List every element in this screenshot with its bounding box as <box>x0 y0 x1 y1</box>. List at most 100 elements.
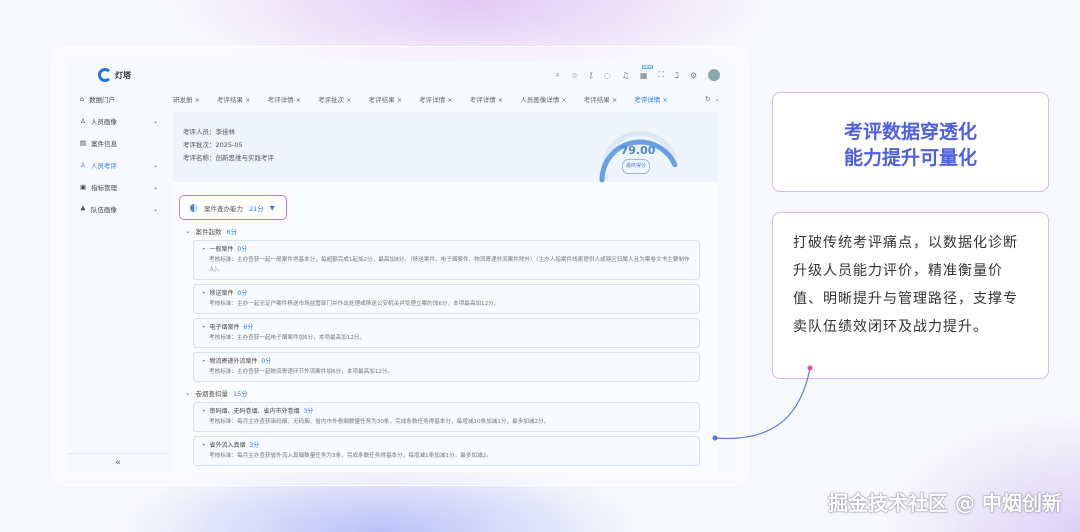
item-title: 省外流入真烟 <box>209 442 246 449</box>
tab-label: 考评结果 <box>217 96 244 104</box>
refresh-icon[interactable]: ↻ <box>705 95 710 103</box>
criteria-list: ⌄案件起数6分一般案件 0分考核标准：主办查获一起一般案件得基本分，每超额完成1… <box>185 224 700 470</box>
capability-dropdown[interactable]: 案件查办能力 21分 ▼ <box>179 195 287 220</box>
user-icon: ♙ <box>80 161 86 169</box>
logo[interactable]: 灯塔 <box>98 68 131 82</box>
item-score: 0分 <box>237 246 248 253</box>
tab-label: 考评结果 <box>368 96 395 104</box>
chevron-down-icon: ⌄ <box>152 183 158 191</box>
sidebar-item-person-profile[interactable]: ♙ 人员画像 ⌄ <box>68 110 168 132</box>
tab[interactable]: 考评详情 × <box>634 94 668 104</box>
tab[interactable]: 考评批次 × <box>318 94 352 104</box>
top-bar: 灯塔 ⌕ ☆ ⁒ ◌ ♫ ▦ NEW ⛶ ℷ ⚙ <box>68 62 730 88</box>
translate-icon[interactable]: ⁒ <box>589 71 593 80</box>
sidebar-label: 指标管理 <box>91 184 118 192</box>
home-icon: ⌂ <box>80 95 85 103</box>
headline-line-1: 考评数据穿透化 <box>843 121 977 143</box>
headline-card: 考评数据穿透化 能力提升可量化 <box>772 92 1049 192</box>
language-icon[interactable]: ℷ <box>675 71 679 80</box>
description-text: 打破传统考评痛点，以数据化诊断升级人员能力评价，精准衡量价值、明晰提升与管理路径… <box>793 235 1018 335</box>
section-label: 卷烟查扣量 <box>195 389 228 398</box>
tab-label: 考评批次 <box>318 96 345 104</box>
tab-label: 考评详情 <box>419 96 446 104</box>
item-desc: 考核标准：主办查获一起一般案件得基本分，每超额完成1起加2分，最高加8分。（移送… <box>209 257 690 273</box>
sidebar-item-evaluation[interactable]: ♙ 人员考评 ⌄ <box>68 154 168 176</box>
criteria-item: 电子烟案件 6分考核标准：主办查获一起电子烟案件加6分，本项最高加12分。 <box>193 318 700 348</box>
item-desc: 考核标准：每月主办查获省外流入真烟数量任务为3条，完成条数任务得基本分，每增减1… <box>209 453 492 459</box>
tab[interactable]: 考评详情 × <box>470 94 504 104</box>
user-icon: ♙ <box>80 117 86 125</box>
tab[interactable]: 研发册 × <box>173 94 200 104</box>
close-icon[interactable]: × <box>612 96 617 104</box>
close-icon[interactable]: × <box>296 96 301 104</box>
tab[interactable]: 考评结果 × <box>584 94 618 104</box>
sidebar-item-cases[interactable]: ▤ 案件信息 <box>68 132 168 154</box>
message-icon[interactable]: ◌ <box>604 71 611 80</box>
section-label: 案件起数 <box>195 227 222 236</box>
sidebar: ⌂ 数据门户 ♙ 人员画像 ⌄ ▤ 案件信息 ♙ 人员考评 ⌄ ▣ 指标管理 ⌄ ♣ 队伍画像 ⌄ … <box>68 88 168 472</box>
item-title: 移送案件 <box>209 290 234 297</box>
gauge-label: 最终得分 <box>622 159 651 174</box>
sidebar-label: 数据门户 <box>89 96 116 104</box>
avatar[interactable] <box>708 69 720 81</box>
close-icon[interactable]: × <box>245 96 250 104</box>
tab-label: 考评结果 <box>583 96 610 104</box>
sidebar-label: 人员画像 <box>90 118 117 126</box>
search-icon[interactable]: ⌕ <box>556 70 560 80</box>
chevron-down-icon: ⌄ <box>152 117 158 125</box>
tab-label: 研发册 <box>173 96 193 104</box>
evaluation-info: 考评人员：李佳林 考评批次：2025-05 考评名称：创新思维与实践考评 79.… <box>173 112 718 183</box>
star-icon[interactable]: ☆ <box>571 71 578 80</box>
apps-icon[interactable]: ▦ NEW <box>640 64 654 80</box>
sidebar-item-metrics[interactable]: ▣ 指标管理 ⌄ <box>68 176 168 198</box>
section-score: 15分 <box>232 389 248 398</box>
item-score: 6分 <box>243 324 254 331</box>
tab[interactable]: 考评结果 × <box>217 94 251 104</box>
close-icon[interactable]: × <box>346 96 351 104</box>
sidebar-item-portal[interactable]: ⌂ 数据门户 <box>68 88 168 110</box>
criteria-item: 省外流入真烟 3分考核标准：每月主办查获省外流入真烟数量任务为3条，完成条数任务… <box>193 436 700 466</box>
caret-down-icon: ▼ <box>269 203 275 212</box>
item-score: 3分 <box>303 408 314 415</box>
file-icon: ▤ <box>80 139 87 147</box>
close-icon[interactable]: × <box>561 96 566 104</box>
criteria-item: 一般案件 0分考核标准：主办查获一起一般案件得基本分，每超额完成1起加2分，最高… <box>193 240 700 280</box>
app-name: 灯塔 <box>115 70 131 80</box>
team-icon: ♣ <box>80 205 86 213</box>
tab[interactable]: 考评详情 × <box>268 94 302 104</box>
logo-icon <box>98 68 112 82</box>
capability-icon <box>190 203 198 212</box>
close-icon[interactable]: × <box>447 96 452 104</box>
bell-icon[interactable]: ♫ <box>622 71 629 80</box>
item-title: 物流寄递外流案件 <box>209 358 258 365</box>
close-icon[interactable]: × <box>498 96 503 104</box>
capability-label: 案件查办能力 <box>204 204 243 213</box>
headline-line-2: 能力提升可量化 <box>843 147 977 169</box>
item-score: 0分 <box>261 358 272 365</box>
main-content: 考评人员：李佳林 考评批次：2025-05 考评名称：创新思维与实践考评 79.… <box>173 112 718 472</box>
close-icon[interactable]: × <box>397 96 402 104</box>
criteria-item: 串码烟、无码卷烟、省内市外卷烟 3分考核标准：每月主办查获串码烟、无码烟、省内市… <box>193 402 700 432</box>
tab-label: 考评详情 <box>267 96 294 104</box>
score-gauge: 79.00 最终得分 <box>588 118 688 188</box>
section-header[interactable]: ⌄ 案件起数 6分 <box>185 224 700 237</box>
gauge-value: 79.00 <box>620 144 656 157</box>
fullscreen-icon[interactable]: ⛶ <box>658 70 664 80</box>
close-icon[interactable]: × <box>662 96 667 104</box>
tab[interactable]: 人员画像详情 × <box>520 94 567 104</box>
chevron-down-icon: ⌄ <box>152 161 158 169</box>
capability-score: 21分 <box>249 204 264 213</box>
tab[interactable]: 考评结果 × <box>369 94 403 104</box>
close-icon[interactable]: × <box>195 96 200 104</box>
settings-icon[interactable]: ⚙ <box>690 71 697 80</box>
item-desc: 考核标准：每月主办查获串码烟、无码烟、省内市外卷烟数量任务为30条，完成条数任务… <box>209 419 550 425</box>
tab[interactable]: 考评详情 × <box>419 94 453 104</box>
criteria-item: 物流寄递外流案件 0分考核标准：主办查获一起物流寄递环节外流案件加6分，本项最高… <box>193 352 700 382</box>
item-desc: 考核标准：主办查获一起物流寄递环节外流案件加6分，本项最高加12分。 <box>209 369 394 375</box>
section-header[interactable]: ⌄ 卷烟查扣量 15分 <box>185 386 700 399</box>
collapse-sidebar-button[interactable]: « <box>68 453 168 468</box>
section-score: 6分 <box>226 227 238 236</box>
sidebar-item-team[interactable]: ♣ 队伍画像 ⌄ <box>68 198 168 220</box>
tab-label: 人员画像详情 <box>520 96 560 104</box>
chevron-down-icon[interactable]: ⌄ <box>715 95 720 103</box>
